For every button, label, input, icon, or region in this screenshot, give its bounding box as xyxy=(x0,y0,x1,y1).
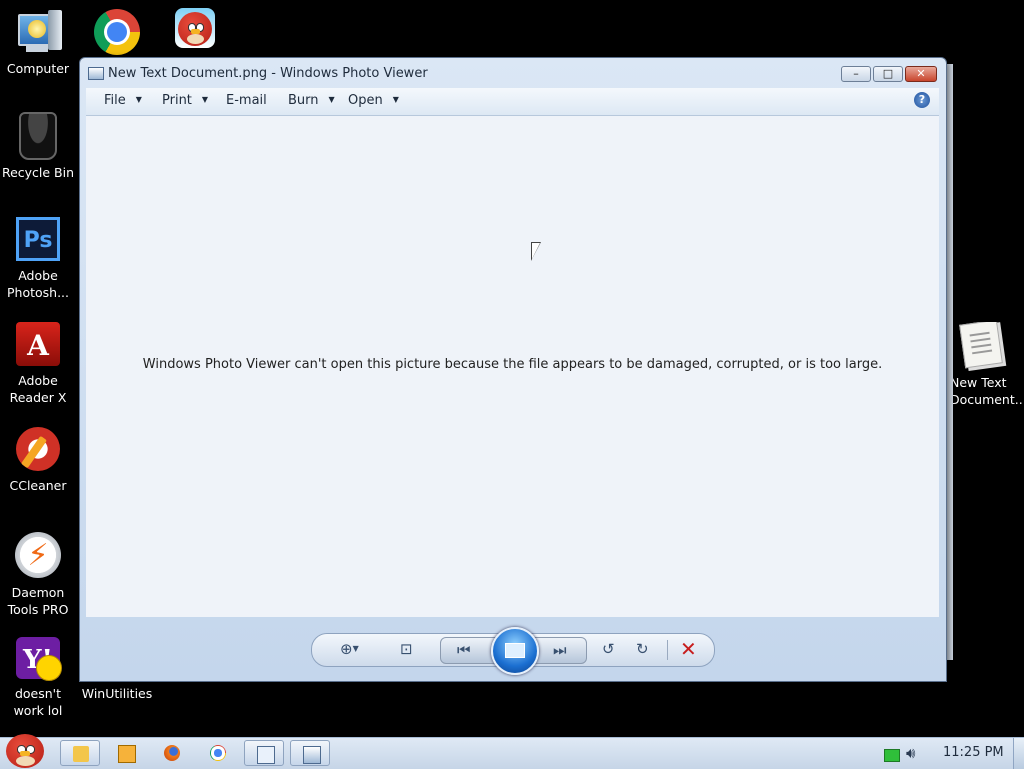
minimize-icon: – xyxy=(853,67,859,80)
taskbar-chrome[interactable] xyxy=(198,740,238,766)
slideshow-icon xyxy=(505,643,525,658)
menu-burn[interactable]: Burn ▼ xyxy=(288,93,335,108)
menu-print-label: Print xyxy=(162,93,192,108)
help-icon[interactable]: ? xyxy=(914,92,930,108)
menu-email-label: E-mail xyxy=(226,93,267,108)
previous-icon[interactable]: ⏮ xyxy=(457,641,471,659)
taskbar: 🔊︎ 11:25 PM xyxy=(0,734,1024,769)
explorer-icon xyxy=(73,746,89,762)
maximize-button[interactable]: □ xyxy=(873,66,903,82)
desktop-icon-ccleaner[interactable]: CCleaner xyxy=(0,427,76,494)
minimize-button[interactable]: – xyxy=(841,66,871,82)
media-player-icon xyxy=(118,745,136,763)
error-message: Windows Photo Viewer can't open this pic… xyxy=(142,357,883,372)
acrobat-icon: A xyxy=(16,322,60,366)
photo-viewer-icon xyxy=(88,67,104,80)
next-icon[interactable]: ⏭ xyxy=(553,641,567,659)
menu-burn-label: Burn xyxy=(288,93,319,108)
zoom-icon[interactable]: ⊕▼ xyxy=(340,640,359,658)
desktop-icon-daemon-tools[interactable]: ⚡ Daemon Tools PRO xyxy=(0,532,76,618)
photoshop-glyph: Ps xyxy=(23,228,53,253)
divider xyxy=(667,640,668,660)
menu-file[interactable]: File ▼ xyxy=(104,93,142,108)
desktop-icon-label: Adobe Reader X xyxy=(9,373,67,405)
menu-open-label: Open xyxy=(348,93,383,108)
photoshop-icon: Ps xyxy=(16,217,60,261)
daemon-tools-icon: ⚡ xyxy=(15,532,61,578)
actual-size-icon[interactable]: ⊡ xyxy=(400,640,413,658)
menu-open[interactable]: Open ▼ xyxy=(348,93,399,108)
photo-viewer-icon xyxy=(303,746,321,764)
yahoo-messenger-icon: Y! xyxy=(16,637,62,681)
taskbar-explorer[interactable] xyxy=(60,740,100,766)
desktop-icon-label: Adobe Photosh... xyxy=(6,268,69,300)
menu-print[interactable]: Print ▼ xyxy=(162,93,208,108)
desktop-icon-recycle-bin[interactable]: Recycle Bin xyxy=(0,112,76,181)
photo-viewer-window: New Text Document.png - Windows Photo Vi… xyxy=(79,57,947,682)
image-viewport: Windows Photo Viewer can't open this pic… xyxy=(86,116,939,617)
chevron-down-icon: ▼ xyxy=(135,95,142,104)
clock[interactable]: 11:25 PM xyxy=(943,745,1004,760)
desktop-icon-label: doesn't work lol xyxy=(13,686,63,718)
close-icon: ✕ xyxy=(916,67,926,80)
rotate-counterclockwise-icon[interactable]: ↺ xyxy=(602,640,615,658)
window-title: New Text Document.png - Windows Photo Vi… xyxy=(108,66,428,81)
menu-bar: File ▼ Print ▼ E-mail Burn ▼ Open ▼ ? xyxy=(86,88,939,116)
network-icon[interactable] xyxy=(884,749,900,762)
desktop-icon-computer[interactable]: Computer xyxy=(0,8,76,77)
menu-email[interactable]: E-mail xyxy=(226,93,267,108)
angry-birds-start-icon xyxy=(6,734,44,768)
taskbar-photo-viewer[interactable] xyxy=(290,740,330,766)
desktop-icon-adobe-reader[interactable]: A Adobe Reader X xyxy=(0,322,76,406)
chrome-icon xyxy=(93,8,141,56)
maximize-icon: □ xyxy=(882,67,894,80)
computer-icon xyxy=(14,8,62,56)
recycle-bin-icon xyxy=(19,112,57,160)
rotate-clockwise-icon[interactable]: ↻ xyxy=(636,640,649,658)
taskbar-media-player[interactable] xyxy=(106,740,146,766)
title-bar[interactable]: New Text Document.png - Windows Photo Vi… xyxy=(80,58,946,88)
start-button[interactable] xyxy=(0,732,56,769)
desktop-icon-label: New Text Document.... xyxy=(950,375,1024,407)
delete-icon[interactable]: ✕ xyxy=(680,637,697,661)
desktop-icon-label: Recycle Bin xyxy=(1,165,75,180)
chrome-icon xyxy=(210,745,226,761)
menu-file-label: File xyxy=(104,93,126,108)
desktop-icon-chrome[interactable] xyxy=(79,8,155,60)
desktop-icon-label: Computer xyxy=(6,61,70,76)
desktop-icon-label: CCleaner xyxy=(9,478,67,493)
viewer-control-bar: ⊕▼ ⊡ ⏮ ⏭ ↺ ↻ ✕ xyxy=(311,627,715,675)
desktop-icon-label: WinUtilities xyxy=(81,686,153,701)
mouse-cursor-icon xyxy=(532,243,540,259)
show-desktop-button[interactable] xyxy=(1013,738,1024,769)
chevron-down-icon: ▼ xyxy=(201,95,209,104)
close-button[interactable]: ✕ xyxy=(905,66,937,82)
volume-icon[interactable]: 🔊︎ xyxy=(906,744,915,762)
slideshow-button[interactable] xyxy=(491,627,539,675)
firefox-icon xyxy=(164,745,180,761)
chevron-down-icon: ▼ xyxy=(328,95,335,104)
ccleaner-icon xyxy=(16,427,60,471)
taskbar-snipping-tool[interactable] xyxy=(244,740,284,766)
desktop-icon-label: Daemon Tools PRO xyxy=(7,585,69,617)
angry-birds-icon xyxy=(175,8,215,48)
taskbar-firefox[interactable] xyxy=(152,740,192,766)
text-document-icon xyxy=(959,322,1003,369)
chevron-down-icon: ▼ xyxy=(392,95,399,104)
desktop-icon-yahoo[interactable]: Y! doesn't work lol xyxy=(0,637,76,719)
desktop-icon-photoshop[interactable]: Ps Adobe Photosh... xyxy=(0,217,76,301)
snipping-tool-icon xyxy=(257,746,275,764)
desktop-icon-angry-birds[interactable] xyxy=(157,8,233,52)
